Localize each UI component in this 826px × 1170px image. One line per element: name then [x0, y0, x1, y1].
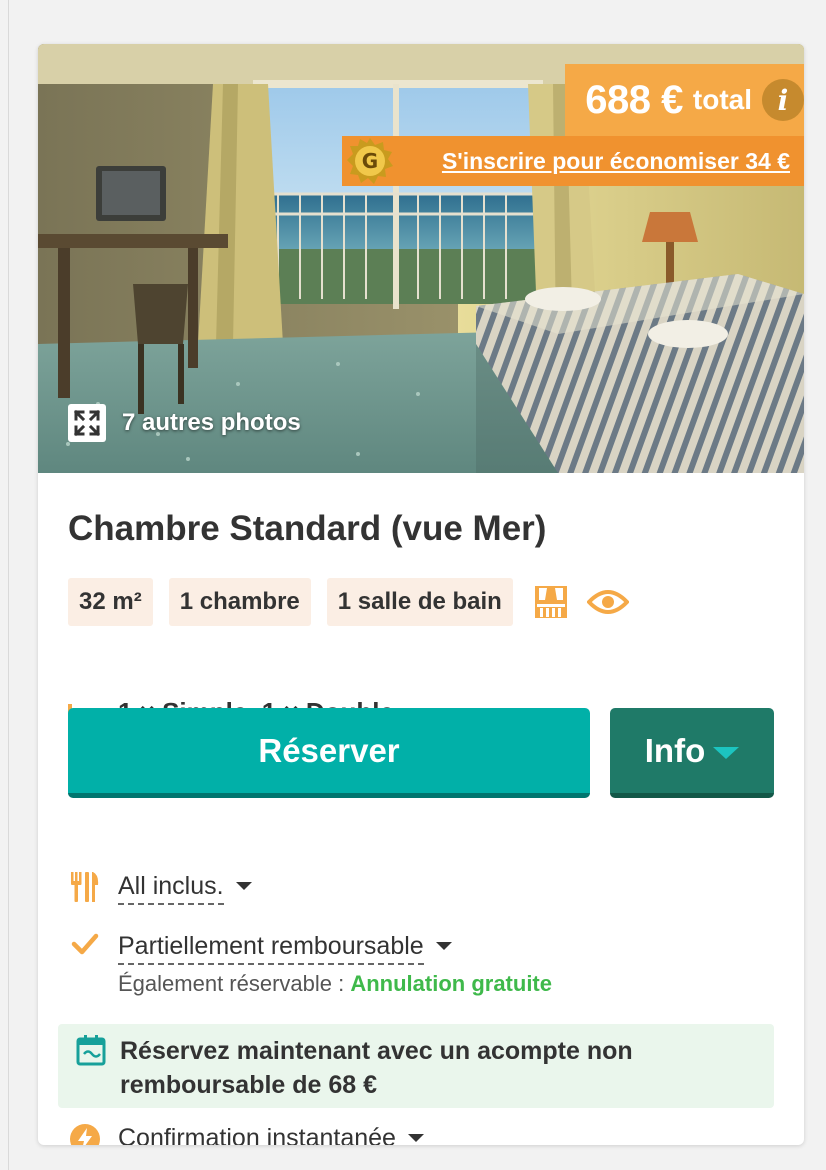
refund-policy-dropdown[interactable]: Partiellement remboursable — [118, 931, 424, 965]
genius-badge-icon: G — [347, 138, 393, 184]
room-facts: 32 m² 1 chambre 1 salle de bain — [68, 578, 643, 626]
balcony-icon — [533, 584, 569, 620]
room-size-tag: 32 m² — [68, 578, 153, 626]
bathroom-count-tag: 1 salle de bain — [326, 578, 513, 626]
refund-policy-row: Partiellement remboursable Également rés… — [68, 931, 552, 997]
confirmation-dropdown[interactable]: Confirmation instantanée — [118, 1123, 396, 1145]
confirmation-caret-icon — [407, 1133, 424, 1142]
free-cancellation-link[interactable]: Annulation gratuite — [350, 971, 552, 996]
reserve-button[interactable]: Réserver — [68, 708, 590, 798]
signup-savings-link[interactable]: S'inscrire pour économiser 34 € — [442, 148, 790, 175]
deposit-notice: Réservez maintenant avec un acompte non … — [58, 1024, 774, 1108]
total-price: 688 € — [585, 77, 683, 122]
room-photo[interactable]: 688 € total i S'inscrire pour économiser… — [38, 44, 804, 473]
refund-policy-caret-icon — [435, 941, 452, 950]
alternative-booking-prefix: Également réservable : — [118, 971, 351, 996]
page-divider — [8, 0, 9, 1170]
price-info-icon[interactable]: i — [762, 79, 804, 121]
expand-icon — [68, 404, 106, 442]
alternative-booking-line: Également réservable : Annulation gratui… — [118, 971, 552, 997]
meal-plan-row: All inclus. — [68, 871, 252, 905]
lightning-icon — [68, 1123, 102, 1145]
meal-plan-dropdown[interactable]: All inclus. — [118, 871, 224, 905]
chevron-down-icon — [713, 746, 740, 759]
room-offer-card: 688 € total i S'inscrire pour économiser… — [38, 44, 804, 1145]
more-photos-label: 7 autres photos — [122, 409, 301, 436]
price-label: total — [692, 84, 752, 115]
cutlery-icon — [68, 871, 102, 903]
more-photos-link[interactable]: 7 autres photos — [68, 404, 301, 442]
checkmark-icon — [68, 931, 102, 957]
price-box: 688 € total i — [565, 64, 804, 136]
deposit-text: Réservez maintenant avec un acompte non … — [120, 1037, 633, 1099]
bedroom-count-tag: 1 chambre — [168, 578, 311, 626]
view-eye-icon — [586, 588, 629, 616]
info-button-label: Info — [644, 731, 706, 769]
room-title: Chambre Standard (vue Mer) — [68, 509, 547, 548]
genius-badge-letter: G — [362, 149, 378, 173]
info-button[interactable]: Info — [610, 708, 774, 798]
signup-bar: S'inscrire pour économiser 34 € — [342, 136, 804, 186]
calendar-icon — [76, 1035, 106, 1066]
confirmation-row: Confirmation instantanée — [68, 1123, 424, 1145]
meal-plan-caret-icon — [235, 881, 252, 890]
